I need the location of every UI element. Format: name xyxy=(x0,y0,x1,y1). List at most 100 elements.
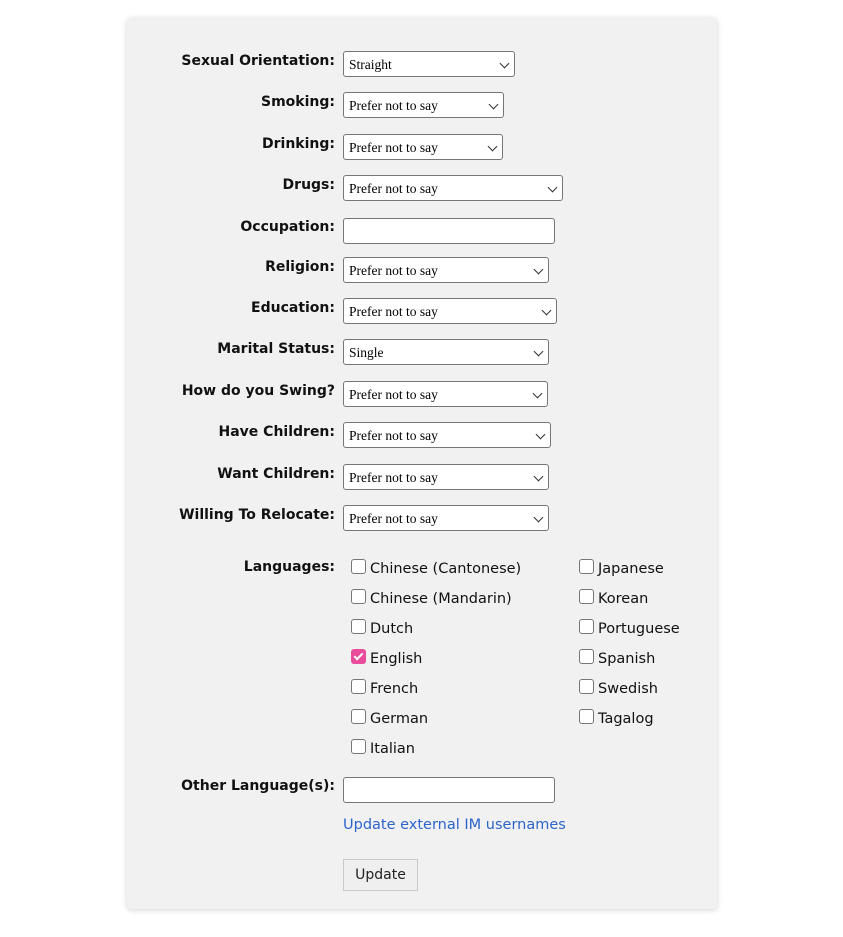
language-option-italian[interactable]: Italian xyxy=(351,739,415,759)
other-languages-label: Other Language(s): xyxy=(181,778,335,794)
field-row-willing-to-relocate: Willing To Relocate: Prefer not to say xyxy=(127,505,717,534)
checkbox[interactable] xyxy=(351,559,366,574)
language-option-spanish[interactable]: Spanish xyxy=(579,649,655,669)
field-row-marital-status: Marital Status: Single xyxy=(127,339,717,368)
field-row-want-children: Want Children: Prefer not to say xyxy=(127,464,717,493)
language-option-dutch[interactable]: Dutch xyxy=(351,619,413,639)
language-label: Swedish xyxy=(598,681,658,697)
language-label: Dutch xyxy=(370,621,414,637)
field-row-smoking: Smoking: Prefer not to say xyxy=(127,92,717,121)
occupation-input[interactable] xyxy=(343,218,555,244)
smoking-select[interactable]: Prefer not to say xyxy=(343,92,504,118)
profile-form-panel: Sexual Orientation: Straight Smoking: Prefe… xyxy=(127,18,717,909)
checkbox[interactable] xyxy=(351,589,366,604)
field-row-sexual-orientation: Sexual Orientation: Straight xyxy=(127,51,717,80)
chevron-down-icon xyxy=(487,141,498,152)
chevron-down-icon xyxy=(533,471,544,482)
language-option-chinese-cantonese[interactable]: Chinese (Cantonese) xyxy=(351,559,521,579)
education-selected-value: Prefer not to say xyxy=(349,304,438,319)
chevron-down-icon xyxy=(488,99,499,110)
how-do-you-swing-label: How do you Swing? xyxy=(181,383,335,399)
other-languages-input[interactable] xyxy=(343,777,555,803)
field-row-occupation: Occupation: xyxy=(127,218,717,246)
language-label: Spanish xyxy=(598,651,656,667)
have-children-select[interactable]: Prefer not to say xyxy=(343,422,551,448)
language-option-tagalog[interactable]: Tagalog xyxy=(579,709,654,729)
language-option-korean[interactable]: Korean xyxy=(579,589,648,609)
religion-label: Religion: xyxy=(265,259,335,275)
checkbox[interactable] xyxy=(351,709,366,724)
how-do-you-swing-select[interactable]: Prefer not to say xyxy=(343,381,548,407)
smoking-selected-value: Prefer not to say xyxy=(349,98,438,113)
drinking-label: Drinking: xyxy=(262,136,335,152)
checkbox[interactable] xyxy=(351,649,366,664)
language-option-german[interactable]: German xyxy=(351,709,428,729)
sexual-orientation-label: Sexual Orientation: xyxy=(181,53,335,69)
education-label: Education: xyxy=(251,300,335,316)
chevron-down-icon xyxy=(535,429,546,440)
checkbox[interactable] xyxy=(579,559,594,574)
field-row-have-children: Have Children: Prefer not to say xyxy=(127,422,717,451)
field-row-drinking: Drinking: Prefer not to say xyxy=(127,134,717,163)
drugs-select[interactable]: Prefer not to say xyxy=(343,175,563,201)
language-label: Japanese xyxy=(598,561,664,577)
language-label: French xyxy=(370,681,419,697)
drugs-selected-value: Prefer not to say xyxy=(349,181,438,196)
drugs-label: Drugs: xyxy=(282,177,335,193)
language-option-english[interactable]: English xyxy=(351,649,422,669)
drinking-selected-value: Prefer not to say xyxy=(349,140,438,155)
chevron-down-icon xyxy=(533,264,544,275)
marital-status-select[interactable]: Single xyxy=(343,339,549,365)
religion-select[interactable]: Prefer not to say xyxy=(343,257,549,283)
religion-selected-value: Prefer not to say xyxy=(349,263,438,278)
chevron-down-icon xyxy=(499,58,510,69)
field-row-how-do-you-swing: How do you Swing? Prefer not to say xyxy=(127,381,717,410)
update-button[interactable]: Update xyxy=(343,859,418,891)
checkbox[interactable] xyxy=(579,709,594,724)
sexual-orientation-select[interactable]: Straight xyxy=(343,51,515,77)
language-label: Chinese (Cantonese) xyxy=(370,561,522,577)
want-children-label: Want Children: xyxy=(217,466,335,482)
language-option-french[interactable]: French xyxy=(351,679,418,699)
have-children-selected-value: Prefer not to say xyxy=(349,428,438,443)
sexual-orientation-selected-value: Straight xyxy=(349,57,392,72)
field-row-religion: Religion: Prefer not to say xyxy=(127,257,717,286)
how-do-you-swing-selected-value: Prefer not to say xyxy=(349,387,438,402)
language-label: Korean xyxy=(598,591,649,607)
language-label: German xyxy=(370,711,429,727)
language-option-portuguese[interactable]: Portuguese xyxy=(579,619,680,639)
willing-to-relocate-select[interactable]: Prefer not to say xyxy=(343,505,549,531)
occupation-label: Occupation: xyxy=(240,219,335,235)
checkbox[interactable] xyxy=(351,679,366,694)
language-label: Tagalog xyxy=(598,711,654,727)
checkbox[interactable] xyxy=(579,649,594,664)
want-children-selected-value: Prefer not to say xyxy=(349,470,438,485)
checkbox[interactable] xyxy=(579,679,594,694)
chevron-down-icon xyxy=(533,512,544,523)
marital-status-selected-value: Single xyxy=(349,345,384,360)
chevron-down-icon xyxy=(541,305,552,316)
education-select[interactable]: Prefer not to say xyxy=(343,298,557,324)
language-option-swedish[interactable]: Swedish xyxy=(579,679,658,699)
drinking-select[interactable]: Prefer not to say xyxy=(343,134,503,160)
update-im-usernames-link[interactable]: Update external IM usernames xyxy=(343,817,566,833)
chevron-down-icon xyxy=(533,346,544,357)
other-languages-row: Other Language(s): xyxy=(127,777,717,805)
smoking-label: Smoking: xyxy=(261,94,335,110)
checkbox[interactable] xyxy=(351,619,366,634)
willing-to-relocate-selected-value: Prefer not to say xyxy=(349,511,438,526)
chevron-down-icon xyxy=(532,388,543,399)
language-label: Italian xyxy=(370,741,415,757)
language-label: Portuguese xyxy=(598,621,680,637)
language-option-chinese-mandarin[interactable]: Chinese (Mandarin) xyxy=(351,589,512,609)
checkbox[interactable] xyxy=(351,739,366,754)
field-row-drugs: Drugs: Prefer not to say xyxy=(127,175,717,204)
want-children-select[interactable]: Prefer not to say xyxy=(343,464,549,490)
field-row-education: Education: Prefer not to say xyxy=(127,298,717,327)
willing-to-relocate-label: Willing To Relocate: xyxy=(179,507,335,523)
language-option-japanese[interactable]: Japanese xyxy=(579,559,664,579)
checkbox[interactable] xyxy=(579,619,594,634)
checkbox[interactable] xyxy=(579,589,594,604)
marital-status-label: Marital Status: xyxy=(217,341,335,357)
have-children-label: Have Children: xyxy=(218,424,335,440)
